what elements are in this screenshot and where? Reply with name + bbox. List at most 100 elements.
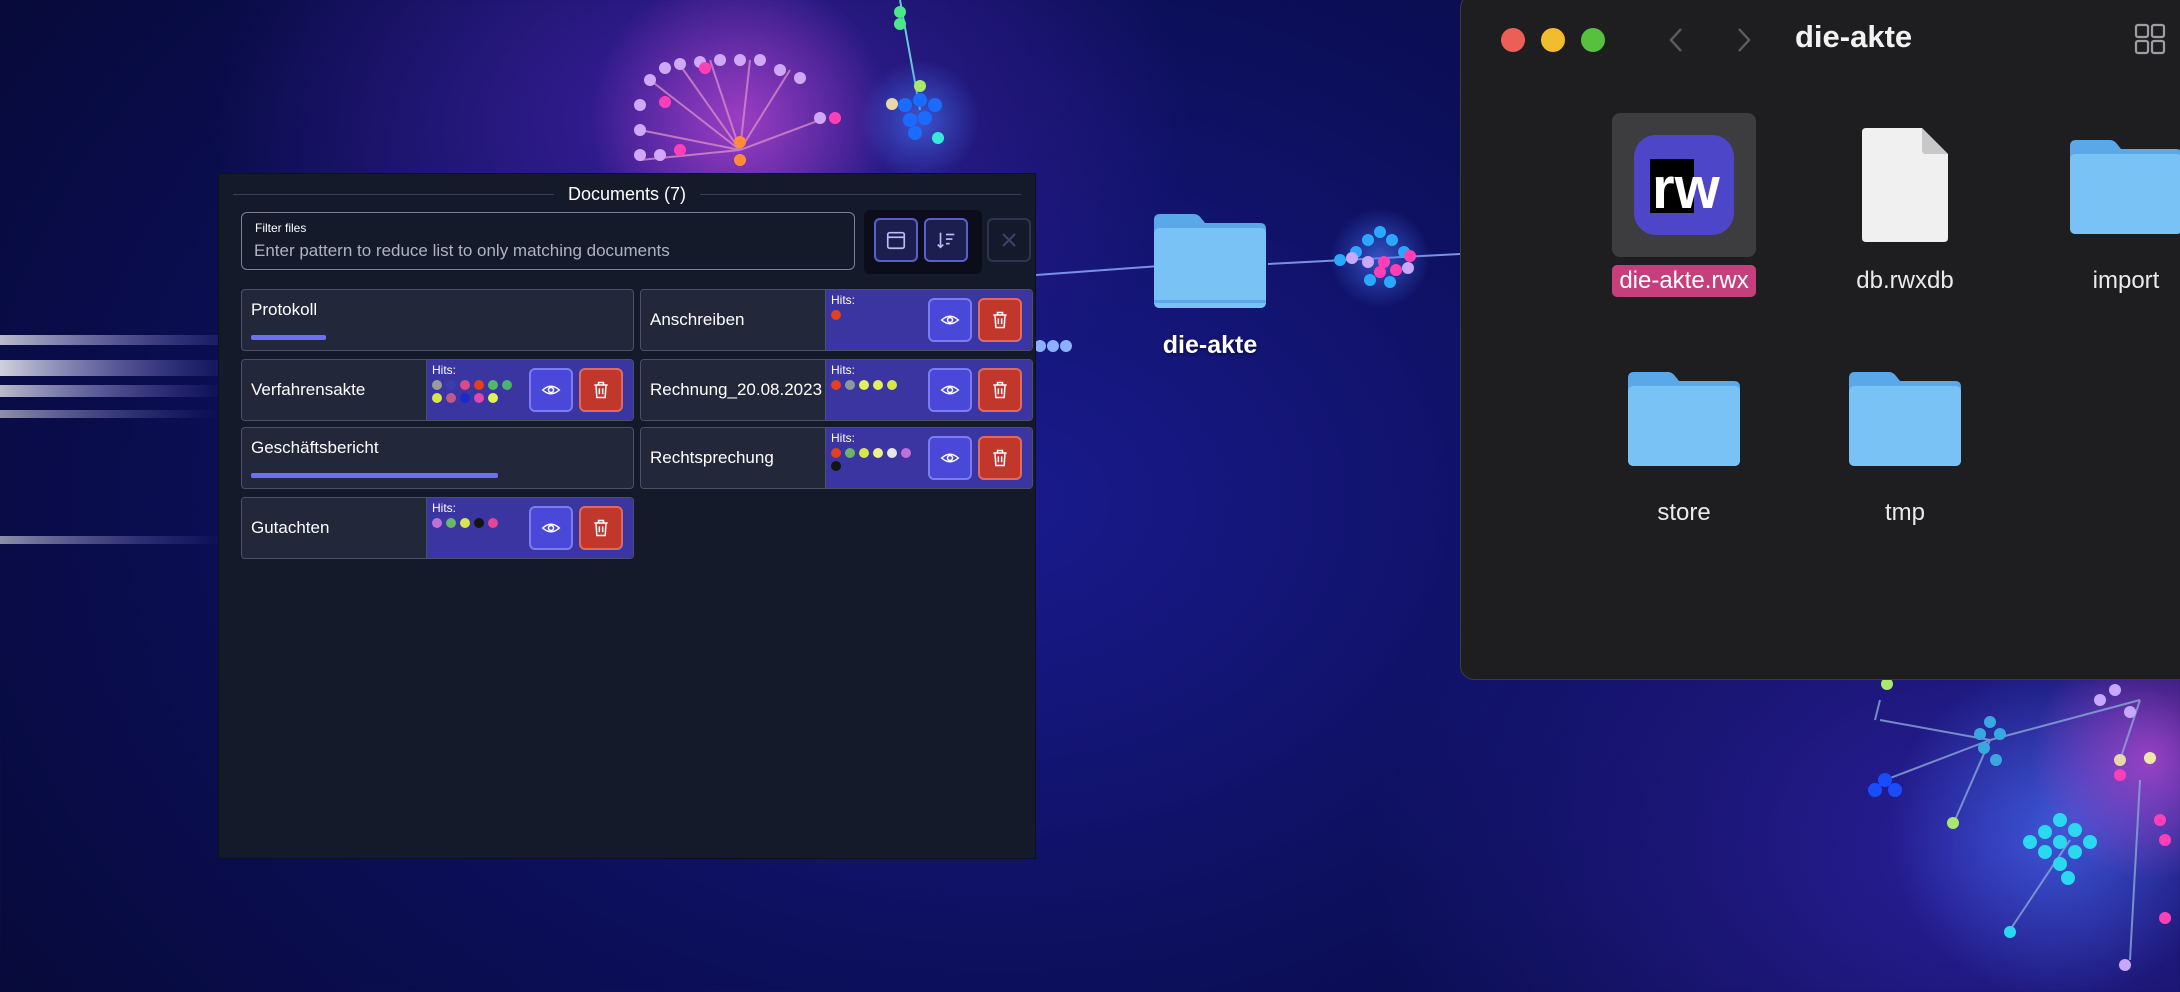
document-card-gutachten[interactable]: Gutachten Hits:: [241, 497, 634, 559]
finder-window: die-akte rw die-akte.rwx db.rwxdb import…: [1460, 0, 2180, 680]
close-window-button[interactable]: [1501, 28, 1525, 52]
view-button[interactable]: [928, 298, 972, 342]
desktop-folder-label: die-akte: [1162, 331, 1258, 359]
progress-bar: [251, 335, 326, 340]
document-card-anschreiben[interactable]: Anschreiben Hits:: [640, 289, 1033, 351]
document-card-rechnung[interactable]: Rechnung_20.08.2023 Hits:: [640, 359, 1033, 421]
eye-icon: [541, 385, 561, 395]
hit-dot: [845, 380, 855, 390]
hit-dot: [859, 380, 869, 390]
finder-item-label: die-akte.rwx: [1612, 265, 1756, 297]
eye-icon: [541, 523, 561, 533]
view-button[interactable]: [928, 368, 972, 412]
icon-wrap: rw: [1612, 113, 1756, 257]
finder-item-die-akte-rwx[interactable]: rw die-akte.rwx: [1589, 113, 1779, 297]
document-name: Gutachten: [251, 518, 330, 537]
finder-item-tmp[interactable]: tmp: [1810, 345, 2000, 529]
trash-icon: [594, 381, 608, 399]
rw-app-icon: rw: [1634, 135, 1734, 235]
icon-view-button[interactable]: [2133, 22, 2167, 56]
trash-icon: [594, 519, 608, 537]
minimize-window-button[interactable]: [1541, 28, 1565, 52]
divider: [700, 193, 1022, 195]
clear-filter-button[interactable]: [987, 218, 1031, 262]
forward-button[interactable]: [1729, 21, 1759, 59]
hit-dot: [831, 461, 841, 471]
trash-icon: [993, 449, 1007, 467]
close-icon: [1002, 233, 1016, 247]
finder-item-db-rwxdb[interactable]: db.rwxdb: [1810, 113, 2000, 297]
eye-icon: [940, 315, 960, 325]
delete-button[interactable]: [579, 506, 623, 550]
finder-item-label: store: [1657, 499, 1711, 526]
document-name: Geschäftsbericht: [251, 438, 379, 457]
desktop-folder-die-akte[interactable]: die-akte: [1150, 208, 1270, 360]
calendar-icon: [886, 231, 906, 250]
hits-area: Hits:: [826, 290, 1032, 350]
hits-label: Hits:: [432, 501, 456, 515]
hits-area: Hits:: [427, 498, 633, 558]
hit-dot: [474, 380, 484, 390]
hit-dots: [432, 380, 524, 403]
finder-item-label: tmp: [1884, 499, 1925, 526]
hits-area: Hits:: [826, 360, 1032, 420]
hits-label: Hits:: [831, 363, 855, 377]
hit-dot: [460, 380, 470, 390]
delete-button[interactable]: [978, 368, 1022, 412]
hit-dot: [474, 393, 484, 403]
view-button[interactable]: [529, 368, 573, 412]
folder-icon: [1154, 214, 1266, 308]
icon-wrap: [1612, 345, 1756, 489]
hit-dot: [873, 448, 883, 458]
document-name-area: Verfahrensakte: [242, 360, 427, 420]
document-card-geschaeftsbericht[interactable]: Geschäftsbericht: [241, 427, 634, 489]
folder-icon: [1849, 372, 1961, 466]
calendar-view-button[interactable]: [874, 218, 918, 262]
document-icon: [1862, 128, 1948, 242]
sort-button[interactable]: [924, 218, 968, 262]
delete-button[interactable]: [978, 298, 1022, 342]
document-card-verfahrensakte[interactable]: Verfahrensakte Hits:: [241, 359, 634, 421]
view-button[interactable]: [529, 506, 573, 550]
eye-icon: [940, 453, 960, 463]
document-card-rechtsprechung[interactable]: Rechtsprechung Hits:: [640, 427, 1033, 489]
document-name: Rechnung_20.08.2023: [650, 380, 823, 399]
documents-header: Documents (7): [233, 182, 1022, 206]
hit-dot: [432, 380, 442, 390]
icon-wrap: [1833, 345, 1977, 489]
filter-input[interactable]: [254, 239, 834, 263]
filter-field[interactable]: Filter files: [241, 212, 855, 270]
finder-item-store[interactable]: store: [1589, 345, 1779, 529]
folder-icon: [1628, 372, 1740, 466]
hits-area: Hits:: [826, 428, 1032, 488]
zoom-window-button[interactable]: [1581, 28, 1605, 52]
finder-item-label: db.rwxdb: [1856, 267, 1954, 294]
hit-dot: [446, 518, 456, 528]
hit-dot: [488, 518, 498, 528]
hit-dot: [488, 380, 498, 390]
document-name-area: Rechtsprechung: [641, 428, 826, 488]
back-button[interactable]: [1661, 21, 1691, 59]
hit-dots: [831, 310, 923, 320]
eye-icon: [940, 385, 960, 395]
hit-dot: [887, 448, 897, 458]
hits-label: Hits:: [831, 431, 855, 445]
document-name-area: Anschreiben: [641, 290, 826, 350]
app-logo-text: rw: [1652, 156, 1721, 221]
document-card-protokoll[interactable]: Protokoll: [241, 289, 634, 351]
chevron-left-icon: [1669, 28, 1682, 52]
icon-wrap: [1833, 113, 1977, 257]
delete-button[interactable]: [579, 368, 623, 412]
document-name: Verfahrensakte: [251, 380, 366, 399]
document-name: Anschreiben: [650, 310, 745, 329]
hit-dot: [873, 380, 883, 390]
delete-button[interactable]: [978, 436, 1022, 480]
finder-item-import[interactable]: import: [2031, 113, 2180, 297]
divider: [233, 193, 554, 195]
view-button[interactable]: [928, 436, 972, 480]
hit-dot: [887, 380, 897, 390]
trash-icon: [993, 381, 1007, 399]
hit-dot: [446, 380, 456, 390]
hit-dot: [446, 393, 456, 403]
hit-dot: [460, 393, 470, 403]
